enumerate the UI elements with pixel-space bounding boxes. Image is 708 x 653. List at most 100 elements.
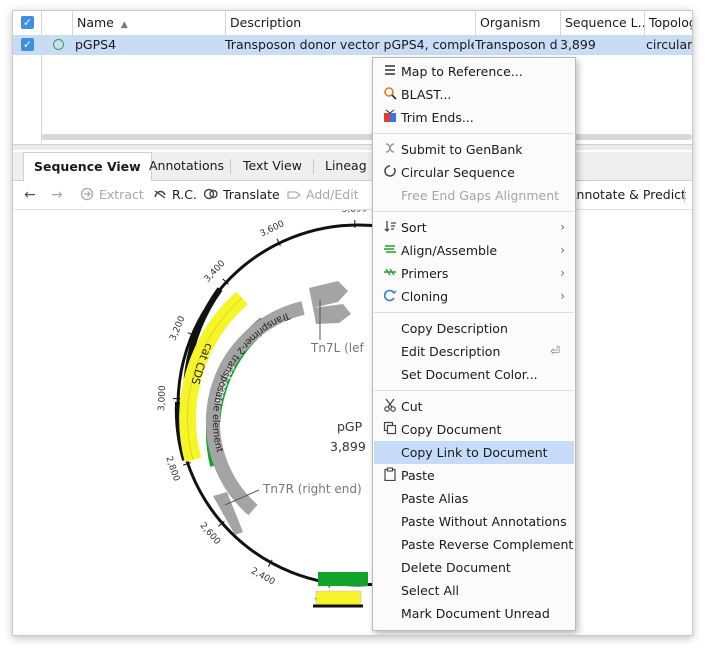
select-all-checkbox[interactable]: ✓ [21, 16, 34, 29]
circular-icon [382, 161, 398, 184]
menu-item-sort[interactable]: Sort › [374, 216, 574, 239]
menu-item-label: Align/Assemble [401, 243, 498, 258]
tab-annotations[interactable]: Annotations [139, 152, 234, 180]
menu-separator [374, 390, 574, 391]
forward-arrow-icon[interactable]: → [51, 181, 63, 209]
menu-item-label: Select All [401, 583, 460, 598]
menu-item-map-to-reference[interactable]: Map to Reference... [374, 60, 574, 83]
menu-item-edit-description[interactable]: Edit Description ⏎ [374, 340, 574, 363]
tab-text-view[interactable]: Text View [233, 152, 312, 180]
cell-description[interactable]: Transposon donor vector pGPS4, complete [222, 35, 474, 55]
column-header-name-label: Name [77, 15, 114, 30]
blast-icon [382, 83, 398, 106]
translate-label: Translate [222, 187, 280, 202]
menu-item-set-document-color[interactable]: Set Document Color... [374, 363, 574, 386]
chevron-right-icon: › [560, 266, 565, 280]
bottom-green-feature[interactable] [318, 572, 368, 586]
horizontal-scrollbar[interactable] [41, 134, 692, 140]
primers-icon [382, 262, 398, 285]
tab-lineage[interactable]: Lineag [315, 152, 377, 180]
tn7l-feature[interactable] [309, 281, 348, 308]
pane-splitter[interactable] [13, 144, 692, 150]
cell-length[interactable]: 3,899 [557, 35, 643, 55]
enter-key-icon: ⏎ [549, 344, 560, 358]
menu-item-label: Primers [401, 266, 449, 281]
translate-icon [203, 188, 218, 200]
menu-item-copy-link-to-document[interactable]: Copy Link to Document [374, 441, 574, 464]
tick-label: 3,899 [342, 210, 368, 215]
map-center-name: pGP [337, 419, 363, 434]
menu-item-copy-document[interactable]: Copy Document [374, 418, 574, 441]
sort-icon [382, 216, 398, 239]
cell-topology[interactable]: circular [643, 35, 692, 55]
viewer-tabbar: Sequence View Annotations Text View Line… [13, 152, 692, 181]
row-checkbox[interactable]: ✓ [21, 38, 34, 51]
menu-item-label: Free End Gaps Alignment [401, 188, 560, 203]
menu-item-mark-document-unread[interactable]: Mark Document Unread [374, 602, 574, 625]
menu-separator [374, 211, 574, 212]
cut-icon [382, 395, 398, 418]
tick-label: 3,600 [259, 219, 287, 239]
status-column-header[interactable] [41, 11, 72, 35]
add-annotation-icon [287, 191, 302, 199]
trim-ends-icon [382, 106, 398, 129]
extract-label: Extract [98, 187, 144, 202]
menu-item-delete-document[interactable]: Delete Document [374, 556, 574, 579]
cell-organism[interactable]: Transposon d [472, 35, 560, 55]
menu-item-primers[interactable]: Primers › [374, 262, 574, 285]
translate-button[interactable]: Translate [203, 181, 280, 209]
reverse-complement-button[interactable]: R.C. [152, 181, 197, 209]
menu-item-align-assemble[interactable]: Align/Assemble › [374, 239, 574, 262]
menu-item-circular-sequence[interactable]: Circular Sequence [374, 161, 574, 184]
menu-item-trim-ends[interactable]: Trim Ends... [374, 106, 574, 129]
circular-status-icon [53, 39, 64, 50]
paste-icon [382, 464, 398, 487]
menu-item-label: Map to Reference... [401, 64, 523, 79]
cell-name[interactable]: pGPS4 [72, 35, 225, 55]
add-edit-annotation-button[interactable]: Add/Edit [286, 181, 359, 209]
column-header-sequence-length[interactable]: Sequence L... [560, 11, 644, 35]
menu-item-copy-description[interactable]: Copy Description [374, 317, 574, 340]
menu-item-paste-reverse-complement[interactable]: Paste Reverse Complement [374, 533, 574, 556]
menu-item-select-all[interactable]: Select All [374, 579, 574, 602]
menu-item-submit-to-genbank[interactable]: Submit to GenBank [374, 138, 574, 161]
menu-item-paste-without-annotations[interactable]: Paste Without Annotations [374, 510, 574, 533]
menu-item-cloning[interactable]: Cloning › [374, 285, 574, 308]
menu-item-label: BLAST... [401, 87, 452, 102]
context-menu: Map to Reference... BLAST... Trim Ends... S… [372, 57, 576, 631]
column-header-description[interactable]: Description [225, 11, 475, 35]
menu-item-label: Paste Reverse Complement [401, 537, 574, 552]
chevron-right-icon: › [560, 243, 565, 257]
menu-item-label: Sort [401, 220, 427, 235]
tick-label: 3,200 [168, 315, 187, 343]
menu-item-blast[interactable]: BLAST... [374, 83, 574, 106]
tick-label: 2,800 [163, 455, 181, 483]
column-header-organism[interactable]: Organism [475, 11, 560, 35]
column-header-topology[interactable]: Topolog [644, 11, 692, 35]
menu-item-paste[interactable]: Paste [374, 464, 574, 487]
annotate-predict-button[interactable]: Annotate & Predict [568, 181, 686, 209]
map-center-length: 3,899 [330, 439, 366, 454]
tab-sequence-view[interactable]: Sequence View [23, 152, 152, 181]
tick-label: 2,400 [249, 566, 277, 587]
menu-item-label: Circular Sequence [401, 165, 515, 180]
tn7r-label: Tn7R (right end) [262, 482, 362, 496]
extract-icon [80, 187, 94, 201]
extract-button[interactable]: Extract [79, 181, 144, 209]
sort-ascending-icon: ▲ [120, 20, 128, 30]
menu-item-label: Cloning [401, 289, 449, 304]
toolbar-divider [684, 187, 685, 203]
tn7l-feature-2[interactable] [313, 304, 351, 324]
menu-item-paste-alias[interactable]: Paste Alias [374, 487, 574, 510]
circular-sequence-map[interactable]: 3,8993,6003,4003,2003,0002,8002,6002,400… [13, 210, 692, 635]
menu-separator [374, 312, 574, 313]
column-header-name[interactable]: Name ▲ [72, 11, 225, 35]
menu-item-label: Copy Document [401, 422, 502, 437]
table-row[interactable]: ✓ pGPS4 Transposon donor vector pGPS4, c… [13, 35, 692, 55]
menu-item-cut[interactable]: Cut [374, 395, 574, 418]
tab-divider [313, 159, 314, 174]
cloning-icon [382, 285, 398, 308]
back-arrow-icon[interactable]: ← [24, 181, 36, 209]
bottom-yellow-feature[interactable] [315, 590, 362, 607]
menu-item-free-end-gaps-alignment[interactable]: Free End Gaps Alignment [374, 184, 574, 207]
